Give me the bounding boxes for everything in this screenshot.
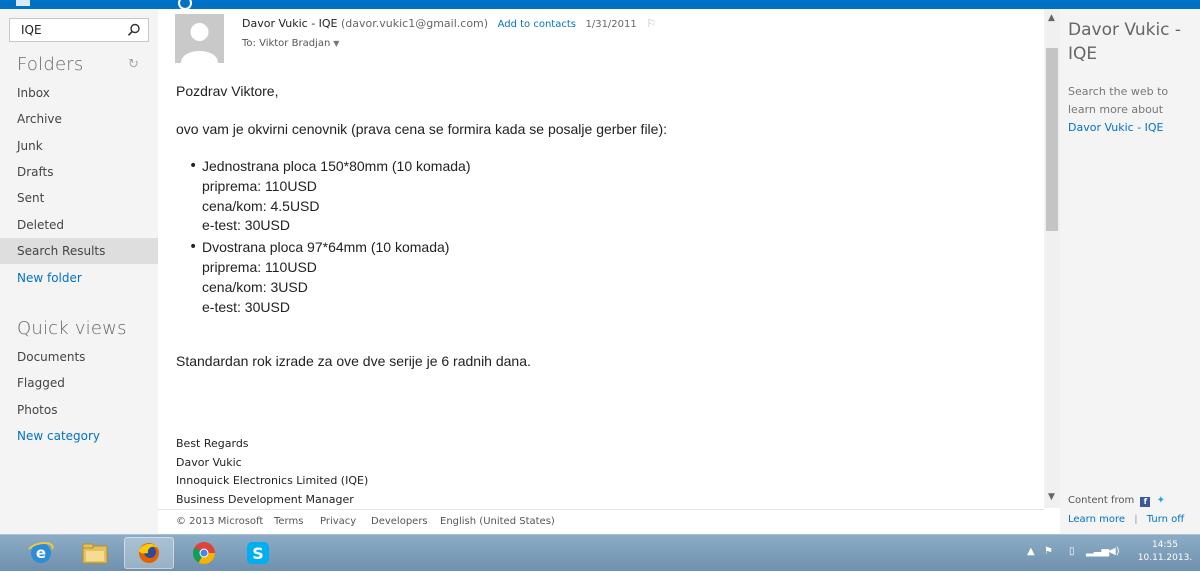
signature-line: Davor Vukic [176, 456, 242, 469]
copyright: © 2013 Microsoft [176, 516, 264, 527]
scroll-up-icon[interactable]: ▲ [1048, 13, 1055, 23]
sender-email: (davor.vukic1@gmail.com) [341, 17, 489, 30]
separator: | [1134, 514, 1138, 525]
facebook-icon[interactable]: f [1140, 497, 1151, 507]
footer-language-link[interactable]: English (United States) [440, 516, 555, 527]
folder-search-results[interactable]: Search Results [0, 238, 158, 264]
search-icon[interactable] [127, 23, 141, 37]
folder-deleted[interactable]: Deleted [0, 212, 158, 238]
clock-time: 14:55 [1152, 540, 1178, 550]
sidebar: Folders ↻ Inbox Archive Junk Drafts Sent… [0, 9, 158, 534]
avatar [175, 14, 224, 63]
quick-view-flagged[interactable]: Flagged [0, 370, 158, 396]
web-search-text: Search the web to learn more about [1068, 85, 1169, 116]
search-input[interactable] [19, 22, 123, 38]
list-item-line: cena/kom: 4.5USD [202, 198, 320, 214]
ie-icon[interactable]: e [16, 537, 66, 569]
message-closing: Standardan rok izrade za ove dve serije … [176, 353, 531, 369]
list-item-line: priprema: 110USD [202, 178, 317, 194]
footer-developers-link[interactable]: Developers [371, 516, 428, 527]
folder-drafts[interactable]: Drafts [0, 159, 158, 185]
folder-archive[interactable]: Archive [0, 106, 158, 132]
content-from: Content from f ✦ [1068, 495, 1165, 507]
taskbar: e S ▲ ⚑ ▯ ▂▃▅ ◀) 14:55 10.11.2013. [0, 534, 1200, 571]
person-icon [175, 14, 224, 63]
add-to-contacts-link[interactable]: Add to contacts [498, 19, 576, 30]
recipient-line[interactable]: To: Viktor Bradjan ▼ [242, 38, 339, 49]
list-item-line: e-test: 30USD [202, 217, 290, 233]
quick-view-documents[interactable]: Documents [0, 344, 158, 370]
svg-text:e: e [36, 544, 46, 562]
refresh-icon[interactable]: ↻ [128, 58, 140, 71]
list-item-line: cena/kom: 3USD [202, 279, 308, 295]
footer-terms-link[interactable]: Terms [274, 516, 303, 527]
firefox-icon[interactable] [124, 537, 174, 569]
bullet-icon: • [189, 239, 198, 255]
svg-text:S: S [252, 544, 264, 563]
sender-name[interactable]: Davor Vukic - IQE [242, 17, 338, 30]
folder-sent[interactable]: Sent [0, 185, 158, 211]
list-item-line: priprema: 110USD [202, 259, 317, 275]
action-center-flag-icon[interactable]: ⚑ [1044, 546, 1053, 557]
quick-view-photos[interactable]: Photos [0, 397, 158, 423]
turn-off-link[interactable]: Turn off [1147, 514, 1184, 525]
folder-inbox[interactable]: Inbox [0, 80, 158, 106]
file-explorer-icon[interactable] [70, 537, 120, 569]
outlook-logo-icon[interactable] [16, 0, 30, 6]
chevron-down-icon[interactable]: ▼ [333, 39, 339, 48]
skype-icon[interactable]: S [233, 537, 283, 569]
list-item-title: Dvostrana ploca 97*64mm (10 komada) [202, 239, 450, 255]
signal-icon[interactable]: ▂▃▅ [1086, 546, 1109, 557]
quick-views-title: Quick views [17, 318, 127, 339]
recipient: To: Viktor Bradjan [242, 38, 331, 49]
folders-title: Folders [17, 54, 84, 75]
bullet-icon: • [189, 158, 198, 174]
clock-date: 10.11.2013. [1137, 553, 1193, 563]
scroll-thumb[interactable] [1046, 48, 1058, 231]
web-search-prompt: Search the web to learn more about Davor… [1068, 83, 1196, 137]
signature-line: Innoquick Electronics Limited (IQE) [176, 474, 369, 487]
message-greeting: Pozdrav Viktore, [176, 83, 279, 99]
folder-junk[interactable]: Junk [0, 133, 158, 159]
scroll-down-icon[interactable]: ▼ [1048, 492, 1055, 502]
learn-more-link[interactable]: Learn more [1068, 514, 1125, 525]
scrollbar[interactable]: ▲ ▼ [1044, 9, 1060, 508]
twitter-icon[interactable]: ✦ [1157, 495, 1165, 506]
search-box[interactable] [9, 18, 149, 42]
new-category-link[interactable]: New category [0, 423, 158, 449]
content-links: Learn more | Turn off [1068, 514, 1184, 525]
clock[interactable]: 14:55 10.11.2013. [1135, 539, 1195, 565]
footer-privacy-link[interactable]: Privacy [320, 516, 356, 527]
volume-icon[interactable]: ◀) [1108, 546, 1120, 557]
signature-line: Business Development Manager [176, 493, 354, 506]
message-intro: ovo vam je okvirni cenovnik (prava cena … [176, 121, 668, 137]
new-folder-link[interactable]: New folder [0, 265, 158, 291]
message-date: 1/31/2011 [585, 19, 637, 30]
web-search-link[interactable]: Davor Vukic - IQE [1068, 121, 1164, 134]
show-hidden-icons-icon[interactable]: ▲ [1027, 546, 1035, 557]
sender-line: Davor Vukic - IQE (davor.vukic1@gmail.co… [242, 17, 656, 30]
footer: © 2013 Microsoft Terms Privacy Developer… [158, 509, 1044, 535]
list-item-title: Jednostrana ploca 150*80mm (10 komada) [202, 158, 471, 174]
battery-icon[interactable]: ▯ [1069, 546, 1075, 557]
content-from-label: Content from [1068, 495, 1135, 506]
signature-line: Best Regards [176, 437, 249, 450]
contact-title: Davor Vukic - IQE [1068, 20, 1182, 64]
chrome-icon[interactable] [179, 537, 229, 569]
flag-icon[interactable]: ⚐ [646, 17, 656, 30]
reading-pane: Davor Vukic - IQE (davor.vukic1@gmail.co… [158, 9, 1044, 534]
list-item-line: e-test: 30USD [202, 299, 290, 315]
top-bar [0, 0, 1200, 10]
right-pane: Davor Vukic - IQE Search the web to lear… [1060, 9, 1200, 534]
